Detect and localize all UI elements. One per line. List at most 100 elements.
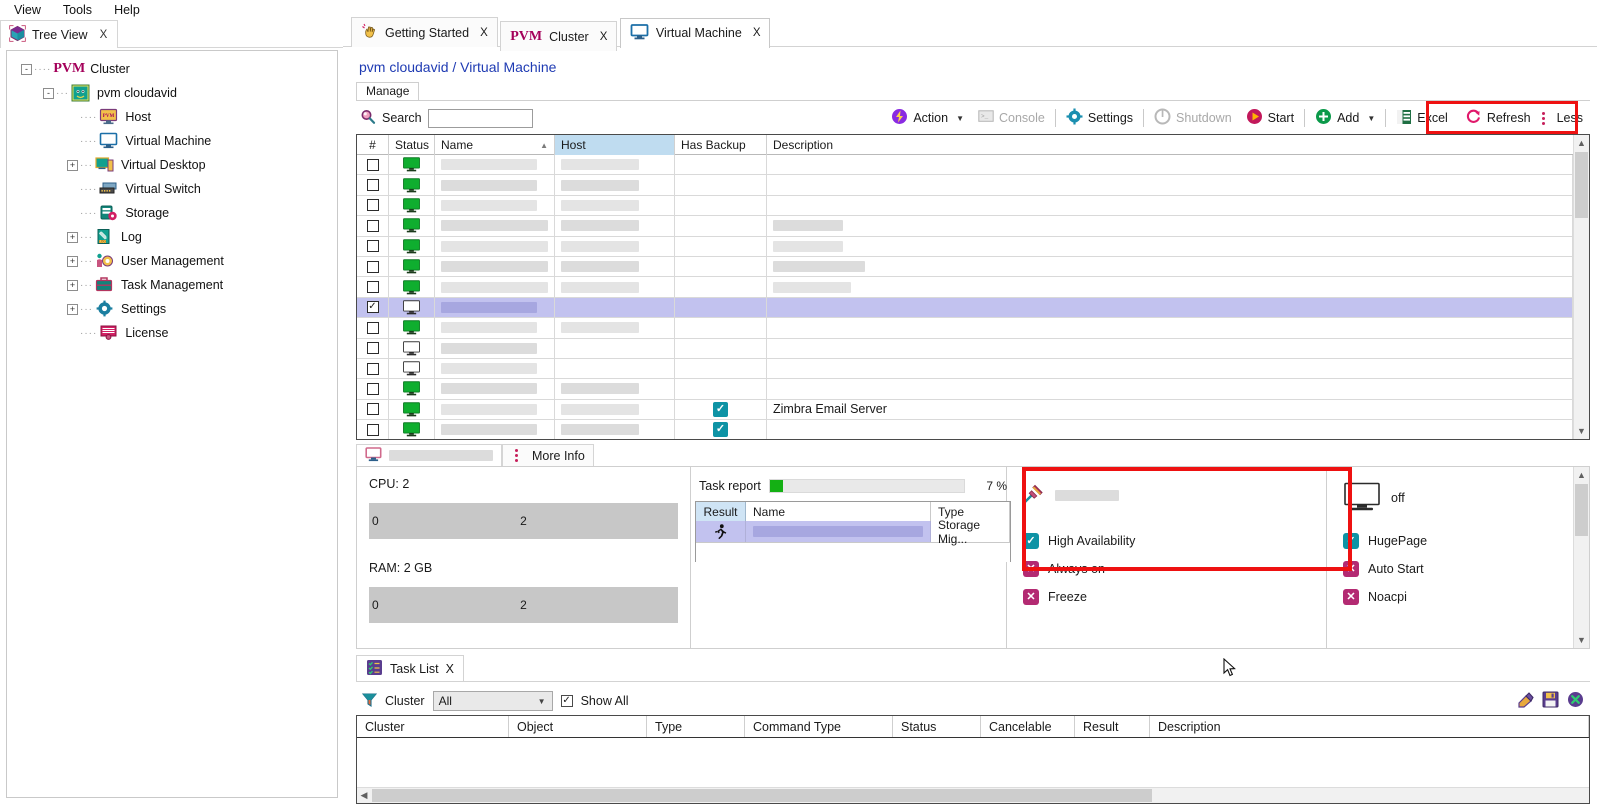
vm-table-scrollbar[interactable]: ▲ ▼ (1573, 135, 1589, 439)
table-row[interactable] (357, 338, 1573, 359)
row-checkbox[interactable] (366, 240, 379, 253)
sidebar-item-virtual-desktop[interactable]: + ··· Virtual Desktop (15, 153, 337, 177)
scroll-down-icon[interactable]: ▼ (1574, 632, 1589, 648)
table-row[interactable] (357, 195, 1573, 217)
sidebar-item-virtual-switch[interactable]: ···· Virtual Switch (15, 177, 337, 201)
table-row[interactable] (357, 378, 1573, 400)
column-header-has-backup[interactable]: Has Backup (675, 135, 767, 155)
details-scrollbar[interactable]: ▲ ▼ (1573, 467, 1589, 648)
vertical-dots-icon[interactable] (1541, 111, 1545, 125)
table-body[interactable]: ✓ ✓ Zimbra Email Server ✓ (357, 155, 1573, 439)
menu-item-view[interactable]: View (14, 3, 41, 17)
row-checkbox[interactable] (366, 179, 379, 192)
flag-noacpi[interactable]: ✕ Noacpi (1343, 583, 1597, 611)
table-row[interactable] (357, 236, 1573, 257)
shutdown-button[interactable]: Shutdown (1147, 105, 1239, 131)
table-row[interactable] (357, 155, 1573, 176)
column-header-index[interactable]: # (357, 135, 389, 155)
row-checkbox[interactable] (366, 260, 379, 273)
row-checkbox-cell[interactable] (357, 317, 389, 339)
row-checkbox-cell[interactable] (357, 276, 389, 298)
menu-item-tools[interactable]: Tools (63, 3, 92, 17)
scroll-down-icon[interactable]: ▼ (1574, 423, 1589, 439)
column-header-name[interactable]: Name (746, 502, 931, 521)
refresh-button[interactable]: Refresh (1458, 105, 1538, 131)
row-checkbox[interactable] (366, 382, 379, 395)
column-header-status[interactable]: Status (389, 135, 435, 155)
scrollbar-thumb[interactable] (1575, 484, 1588, 536)
tab-task-list[interactable]: Task List X (356, 655, 464, 681)
scroll-up-icon[interactable]: ▲ (1574, 467, 1589, 483)
settings-button[interactable]: Settings (1059, 105, 1140, 131)
task-list-hscrollbar[interactable]: ◀ (357, 787, 1589, 803)
row-checkbox-cell[interactable] (357, 399, 389, 420)
column-header-command-type[interactable]: Command Type (745, 716, 893, 737)
search-input[interactable] (427, 108, 533, 128)
row-checkbox[interactable] (366, 321, 379, 334)
row-checkbox[interactable]: ✓ (366, 301, 379, 314)
flag-high-availability[interactable]: ✓ High Availability (1023, 527, 1310, 555)
column-header-description[interactable]: Description (767, 135, 1589, 155)
column-header-object[interactable]: Object (509, 716, 647, 737)
sidebar-item-host[interactable]: ···· PVM Host (15, 105, 337, 129)
table-row[interactable] (357, 358, 1573, 380)
row-checkbox-cell[interactable] (357, 215, 389, 237)
expander-icon[interactable]: - (21, 63, 32, 75)
row-checkbox[interactable] (366, 423, 379, 436)
tab-tree-view[interactable]: Tree View X (0, 20, 119, 48)
expander-icon[interactable]: + (67, 279, 78, 291)
save-icon[interactable] (1542, 691, 1559, 711)
search-icon[interactable] (360, 109, 376, 128)
scrollbar-thumb[interactable] (372, 789, 1152, 802)
task-report-row[interactable]: Storage Mig... (696, 518, 1010, 546)
console-button[interactable]: >_ Console (971, 105, 1052, 131)
row-checkbox-cell[interactable] (357, 174, 389, 196)
expander-icon[interactable]: + (67, 303, 78, 315)
show-all-checkbox[interactable]: ✓ (560, 695, 573, 707)
table-row[interactable]: ✓ (357, 419, 1573, 439)
table-row[interactable]: ✓ Zimbra Email Server (357, 399, 1573, 421)
expander-icon[interactable]: - (43, 87, 54, 99)
row-checkbox-cell[interactable]: ✓ (357, 297, 389, 318)
sidebar-item-settings[interactable]: + ··· Settings (15, 297, 337, 321)
column-header-cluster[interactable]: Cluster (357, 716, 509, 737)
column-header-result[interactable]: Result (1075, 716, 1150, 737)
column-header-result[interactable]: Result (696, 502, 746, 521)
tab-manage[interactable]: Manage (356, 82, 420, 100)
cluster-select[interactable]: All ▼ (432, 691, 553, 711)
sidebar-item-log[interactable]: + ··· LOG Log (15, 225, 337, 249)
chevron-down-icon[interactable]: ▼ (1367, 114, 1375, 123)
table-row[interactable] (357, 174, 1573, 196)
chevron-down-icon[interactable]: ▼ (956, 114, 964, 123)
row-checkbox[interactable] (366, 219, 379, 232)
row-checkbox-cell[interactable] (357, 195, 389, 216)
flag-freeze[interactable]: ✕ Freeze (1023, 583, 1310, 611)
expander-icon[interactable]: + (67, 231, 78, 243)
less-button[interactable]: Less (1538, 105, 1590, 131)
expander-icon[interactable]: + (67, 159, 78, 171)
table-row[interactable] (357, 276, 1573, 298)
details-tab-vm[interactable] (356, 444, 502, 466)
column-header-name[interactable]: Name ▲ (435, 135, 555, 155)
expander-icon[interactable]: + (67, 255, 78, 267)
row-checkbox-cell[interactable] (357, 419, 389, 439)
tab-virtual-machine[interactable]: Virtual Machine X (619, 17, 771, 48)
column-header-host[interactable]: Host (555, 135, 675, 155)
column-header-cancelable[interactable]: Cancelable (981, 716, 1075, 737)
row-checkbox-cell[interactable] (357, 338, 389, 359)
sidebar-item-user-management[interactable]: + ··· User Management (15, 249, 337, 273)
sidebar-item-task-management[interactable]: + ··· Task Management (15, 273, 337, 297)
add-button[interactable]: Add ▼ (1308, 105, 1382, 131)
scroll-up-icon[interactable]: ▲ (1574, 135, 1589, 151)
row-checkbox[interactable] (366, 281, 379, 294)
close-icon[interactable]: X (100, 29, 108, 41)
table-row[interactable] (357, 317, 1573, 339)
eraser-icon[interactable] (1517, 691, 1534, 711)
row-checkbox-cell[interactable] (357, 358, 389, 379)
close-icon[interactable]: X (753, 27, 761, 39)
close-icon[interactable]: X (600, 31, 608, 43)
sidebar-item-storage[interactable]: ···· Storage (15, 201, 337, 225)
flag-always-on[interactable]: ✕ Always on (1023, 555, 1310, 583)
scroll-left-icon[interactable]: ◀ (357, 788, 371, 803)
action-button[interactable]: Action ▼ (884, 105, 971, 131)
